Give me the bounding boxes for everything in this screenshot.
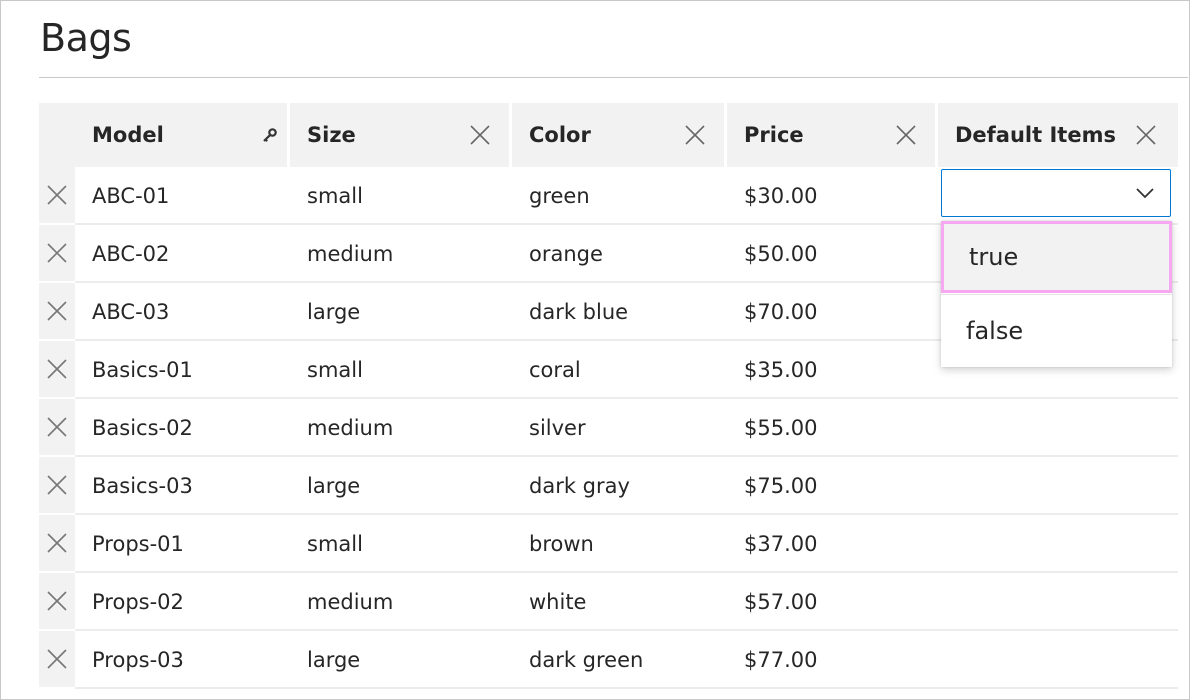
- cell-size[interactable]: small: [307, 515, 363, 573]
- delete-row-icon[interactable]: [39, 399, 75, 455]
- cell-size[interactable]: large: [307, 457, 360, 515]
- cell-size[interactable]: large: [307, 283, 360, 341]
- table-row[interactable]: Props-01 small brown $37.00: [39, 515, 1178, 573]
- cell-price[interactable]: $70.00: [744, 283, 817, 341]
- cell-price[interactable]: $30.00: [744, 167, 817, 225]
- option-label: true: [969, 243, 1019, 271]
- close-icon[interactable]: [683, 123, 707, 147]
- cell-model[interactable]: Props-03: [92, 631, 184, 689]
- cell-color[interactable]: orange: [529, 225, 603, 283]
- row-divider: [75, 687, 1178, 689]
- cell-price[interactable]: $35.00: [744, 341, 817, 399]
- cell-model[interactable]: ABC-02: [92, 225, 169, 283]
- cell-size[interactable]: small: [307, 167, 363, 225]
- cell-size[interactable]: medium: [307, 399, 393, 457]
- dropdown-menu: true false: [941, 221, 1172, 367]
- cell-model[interactable]: ABC-03: [92, 283, 169, 341]
- delete-row-icon[interactable]: [39, 515, 75, 571]
- cell-model[interactable]: ABC-01: [92, 167, 169, 225]
- dropdown-option-false[interactable]: false: [941, 295, 1172, 367]
- cell-color[interactable]: silver: [529, 399, 586, 457]
- cell-model[interactable]: Basics-01: [92, 341, 193, 399]
- cell-color[interactable]: brown: [529, 515, 594, 573]
- page-title: Bags: [40, 16, 132, 60]
- cell-size[interactable]: large: [307, 631, 360, 689]
- close-icon[interactable]: [1134, 123, 1158, 147]
- default-items-dropdown[interactable]: [941, 169, 1171, 217]
- close-icon[interactable]: [468, 123, 492, 147]
- delete-row-icon[interactable]: [39, 283, 75, 339]
- dropdown-option-true[interactable]: true: [941, 221, 1172, 293]
- grid-header: Model Size Color Price Default Items: [39, 103, 1178, 167]
- table-row[interactable]: Basics-03 large dark gray $75.00: [39, 457, 1178, 515]
- delete-row-icon[interactable]: [39, 341, 75, 397]
- cell-color[interactable]: dark blue: [529, 283, 628, 341]
- cell-color[interactable]: green: [529, 167, 590, 225]
- table-row[interactable]: Basics-02 medium silver $55.00: [39, 399, 1178, 457]
- delete-row-icon[interactable]: [39, 631, 75, 687]
- table-row[interactable]: Props-02 medium white $57.00: [39, 573, 1178, 631]
- cell-price[interactable]: $57.00: [744, 573, 817, 631]
- cell-size[interactable]: small: [307, 341, 363, 399]
- delete-row-icon[interactable]: [39, 167, 75, 223]
- cell-color[interactable]: dark green: [529, 631, 643, 689]
- column-header-label: Color: [529, 123, 591, 147]
- column-header-label: Default Items: [955, 123, 1116, 147]
- column-header-label: Model: [92, 123, 164, 147]
- cell-color[interactable]: white: [529, 573, 586, 631]
- cell-color[interactable]: coral: [529, 341, 581, 399]
- cell-model[interactable]: Basics-02: [92, 399, 193, 457]
- cell-price[interactable]: $55.00: [744, 399, 817, 457]
- delete-row-icon[interactable]: [39, 457, 75, 513]
- option-label: false: [966, 317, 1024, 345]
- table-row[interactable]: Props-03 large dark green $77.00: [39, 631, 1178, 689]
- cell-price[interactable]: $75.00: [744, 457, 817, 515]
- chevron-down-icon: [1136, 188, 1154, 199]
- close-icon[interactable]: [894, 123, 918, 147]
- column-header-label: Size: [307, 123, 356, 147]
- column-header-model[interactable]: Model: [75, 103, 289, 167]
- cell-color[interactable]: dark gray: [529, 457, 630, 515]
- cell-size[interactable]: medium: [307, 225, 393, 283]
- cell-size[interactable]: medium: [307, 573, 393, 631]
- delete-row-icon[interactable]: [39, 573, 75, 629]
- cell-price[interactable]: $77.00: [744, 631, 817, 689]
- delete-row-icon[interactable]: [39, 225, 75, 281]
- cell-model[interactable]: Props-02: [92, 573, 184, 631]
- column-header-label: Price: [744, 123, 804, 147]
- cell-model[interactable]: Props-01: [92, 515, 184, 573]
- cell-price[interactable]: $50.00: [744, 225, 817, 283]
- key-icon[interactable]: [258, 123, 282, 147]
- cell-model[interactable]: Basics-03: [92, 457, 193, 515]
- cell-price[interactable]: $37.00: [744, 515, 817, 573]
- title-divider: [39, 77, 1188, 78]
